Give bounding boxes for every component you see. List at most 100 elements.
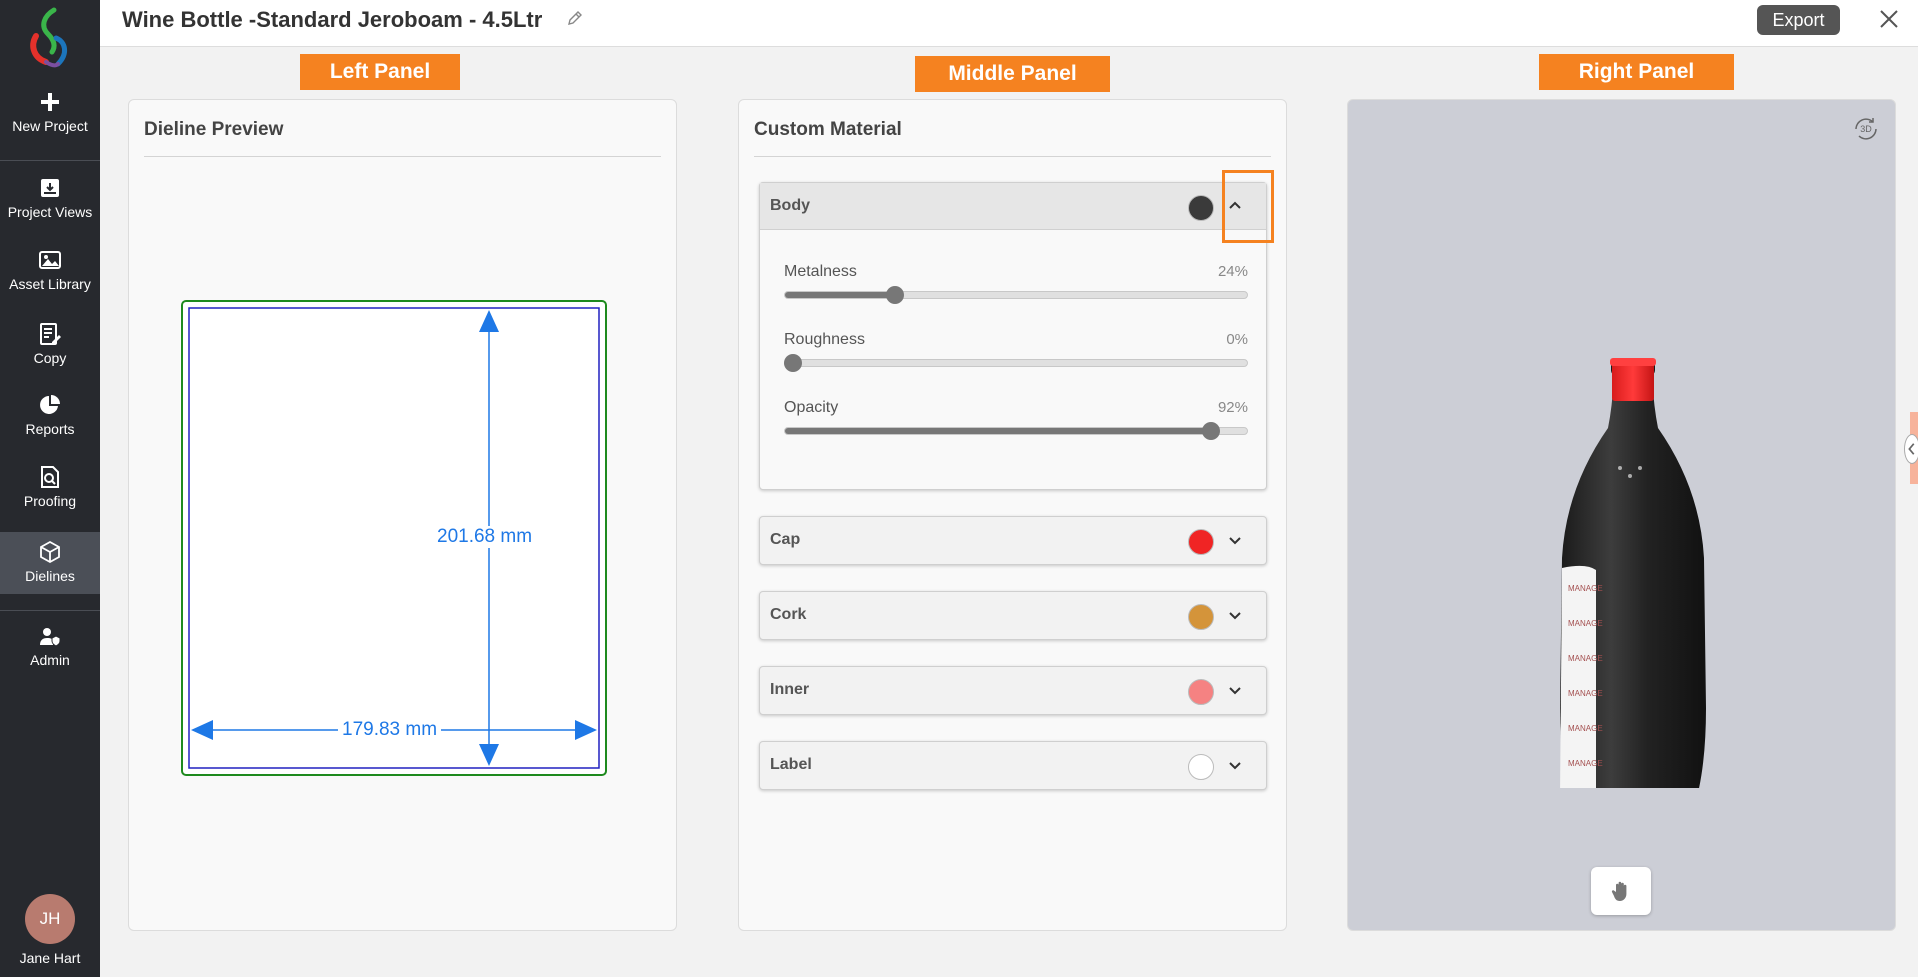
bottle-3d-model: MANAGE MANAGE MANAGE MANAGE MANAGE MANAG… bbox=[1560, 358, 1706, 788]
color-swatch[interactable] bbox=[1188, 529, 1214, 555]
svg-text:MANAGE: MANAGE bbox=[1568, 619, 1603, 628]
svg-text:MANAGE: MANAGE bbox=[1568, 689, 1603, 698]
color-swatch[interactable] bbox=[1188, 604, 1214, 630]
slider-thumb[interactable] bbox=[784, 354, 802, 372]
slider-value: 24% bbox=[1217, 263, 1248, 280]
sidebar-item-reports[interactable]: Reports bbox=[0, 393, 100, 463]
color-swatch[interactable] bbox=[1188, 679, 1214, 705]
material-cork-section[interactable]: Cork bbox=[759, 591, 1267, 640]
sidebar-item-admin[interactable]: Admin bbox=[0, 624, 100, 694]
material-body-section: Body Metalness 24% Roughness 0% Opacity … bbox=[759, 182, 1267, 490]
sidebar-item-dielines[interactable]: Dielines bbox=[0, 532, 100, 594]
sidebar-item-label: Copy bbox=[33, 350, 67, 366]
search-document-icon bbox=[41, 466, 59, 488]
avatar-initials: JH bbox=[39, 909, 61, 928]
slider-fill bbox=[785, 428, 1212, 434]
color-swatch[interactable] bbox=[1188, 754, 1214, 780]
slider-value: 92% bbox=[1217, 399, 1248, 416]
dieline-preview-panel: Dieline Preview 201.68 mm 179.83 mm bbox=[128, 99, 677, 931]
3d-rotate-icon[interactable]: 3D bbox=[1851, 114, 1881, 144]
sidebar-item-project-views[interactable]: Project Views bbox=[0, 176, 100, 246]
slider-label: Metalness bbox=[784, 263, 857, 280]
material-name: Inner bbox=[770, 681, 810, 698]
svg-text:3D: 3D bbox=[1860, 124, 1872, 134]
material-inner-section[interactable]: Inner bbox=[759, 666, 1267, 715]
sidebar-item-label: Proofing bbox=[23, 493, 77, 509]
opacity-slider: Opacity 92% bbox=[784, 399, 1248, 449]
sidebar-item-new-project[interactable]: New Project bbox=[0, 90, 100, 160]
3d-viewer-panel[interactable]: 3D MANAGE MANAGE MANAGE MANAGE MANAGE MA… bbox=[1347, 99, 1896, 931]
metalness-slider: Metalness 24% bbox=[784, 263, 1248, 313]
width-dimension-label: 179.83 mm bbox=[338, 719, 442, 741]
pencil-icon[interactable] bbox=[566, 9, 584, 27]
material-name: Label bbox=[770, 756, 812, 773]
material-name: Body bbox=[770, 197, 810, 214]
svg-text:MANAGE: MANAGE bbox=[1568, 654, 1603, 663]
height-dimension-label: 201.68 mm bbox=[433, 526, 537, 548]
sidebar-item-label: Asset Library bbox=[9, 276, 91, 292]
slider-thumb[interactable] bbox=[1201, 422, 1220, 440]
roughness-slider: Roughness 0% bbox=[784, 331, 1248, 381]
sidebar-item-asset-library[interactable]: Asset Library bbox=[0, 248, 100, 318]
app-logo[interactable] bbox=[26, 6, 76, 68]
sidebar-item-label: Project Views bbox=[7, 204, 93, 220]
pie-chart-icon bbox=[40, 395, 60, 414]
close-icon[interactable] bbox=[1878, 8, 1900, 30]
sidebar-divider bbox=[0, 610, 100, 611]
panel-title: Dieline Preview bbox=[144, 119, 284, 140]
page-title: Wine Bottle -Standard Jeroboam - 4.5Ltr bbox=[122, 7, 543, 32]
top-header: Wine Bottle -Standard Jeroboam - 4.5Ltr … bbox=[100, 0, 1918, 47]
svg-text:MANAGE: MANAGE bbox=[1568, 724, 1603, 733]
collapse-arrow-icon[interactable] bbox=[1904, 434, 1918, 464]
sidebar-item-label: New Project bbox=[12, 118, 88, 134]
divider bbox=[754, 156, 1271, 157]
slider-label: Roughness bbox=[784, 331, 865, 348]
user-name: Jane Hart bbox=[19, 950, 81, 966]
right-panel-annotation: Right Panel bbox=[1539, 54, 1734, 90]
material-label-section[interactable]: Label bbox=[759, 741, 1267, 790]
sidebar-divider bbox=[0, 160, 100, 161]
sidebar-item-label: Reports bbox=[25, 421, 75, 437]
material-name: Cork bbox=[770, 606, 807, 623]
plus-icon bbox=[41, 93, 59, 111]
custom-material-panel: Custom Material Body Metalness 24% Rough… bbox=[738, 99, 1287, 931]
sidebar: New Project Project Views Asset Library … bbox=[0, 0, 100, 977]
slider-track[interactable] bbox=[784, 427, 1248, 435]
chevron-down-icon[interactable] bbox=[1226, 756, 1244, 774]
hand-icon bbox=[1611, 881, 1627, 901]
chevron-down-icon[interactable] bbox=[1226, 531, 1244, 549]
left-panel-annotation: Left Panel bbox=[300, 54, 460, 90]
slider-value: 0% bbox=[1226, 331, 1248, 348]
export-button[interactable]: Export bbox=[1757, 5, 1840, 35]
material-cap-section[interactable]: Cap bbox=[759, 516, 1267, 565]
image-icon bbox=[39, 251, 61, 269]
slider-track[interactable] bbox=[784, 291, 1248, 299]
highlight-annotation-box bbox=[1222, 170, 1274, 243]
pan-tool-button[interactable] bbox=[1591, 867, 1651, 915]
bleed-outline bbox=[181, 300, 607, 776]
archive-icon bbox=[41, 179, 59, 197]
sidebar-item-label: Dielines bbox=[25, 568, 75, 584]
slider-fill bbox=[785, 292, 897, 298]
material-body-header[interactable]: Body bbox=[760, 183, 1266, 230]
slider-track[interactable] bbox=[784, 359, 1248, 367]
box-icon bbox=[40, 540, 60, 564]
slider-thumb[interactable] bbox=[886, 286, 905, 304]
svg-text:MANAGE: MANAGE bbox=[1568, 759, 1603, 768]
user-shield-icon bbox=[40, 628, 61, 647]
avatar[interactable]: JH bbox=[25, 894, 75, 944]
material-name: Cap bbox=[770, 531, 801, 548]
dieline-drawing bbox=[181, 300, 607, 776]
slider-label: Opacity bbox=[784, 399, 839, 416]
chevron-down-icon[interactable] bbox=[1226, 681, 1244, 699]
sidebar-item-label: Admin bbox=[30, 652, 70, 668]
divider bbox=[144, 156, 661, 157]
sidebar-item-copy[interactable]: Copy bbox=[0, 322, 100, 392]
chevron-down-icon[interactable] bbox=[1226, 606, 1244, 624]
sidebar-item-proofing[interactable]: Proofing bbox=[0, 465, 100, 535]
document-edit-icon bbox=[40, 323, 61, 345]
color-swatch[interactable] bbox=[1188, 195, 1214, 221]
panel-title: Custom Material bbox=[754, 119, 902, 140]
middle-panel-annotation: Middle Panel bbox=[915, 56, 1110, 92]
svg-text:MANAGE: MANAGE bbox=[1568, 584, 1603, 593]
